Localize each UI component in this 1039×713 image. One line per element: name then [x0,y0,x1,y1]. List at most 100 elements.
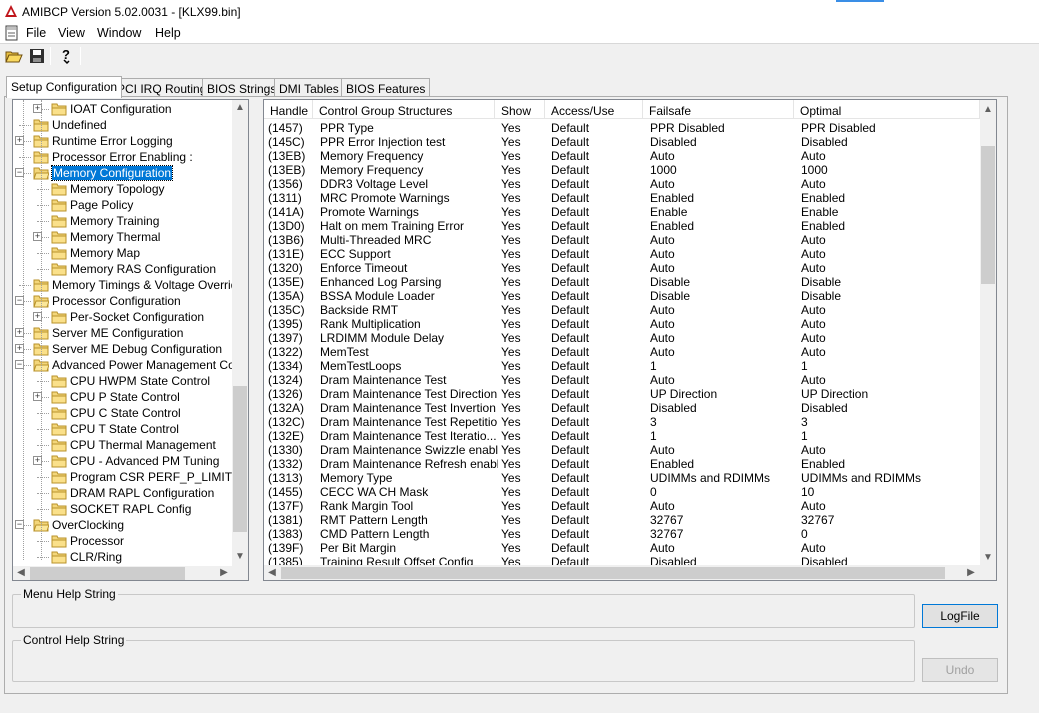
table-row[interactable]: (1334) MemTestLoops Yes Default 1 1 [264,359,980,373]
tree-item[interactable]: Processor Error Enabling : [13,149,232,165]
table-row[interactable]: (1383) CMD Pattern Length Yes Default 32767 0 [264,527,980,541]
column-header-control-group[interactable]: Control Group Structures [313,100,495,119]
table-row[interactable]: (1326) Dram Maintenance Test Direction Yes… [264,387,980,401]
scroll-up-icon[interactable]: ▲ [232,100,248,116]
tree-item[interactable]: + Runtime Error Logging [13,133,232,149]
tab-pci-irq-routing[interactable]: PCI IRQ Routing [112,78,212,98]
tree-item[interactable]: CPU C State Control [13,405,232,421]
tree-item[interactable]: + CPU - Advanced PM Tuning [13,453,232,469]
grid-hscroll-thumb[interactable] [281,567,945,579]
table-row[interactable]: (1311) MRC Promote Warnings Yes Default Enab… [264,191,980,205]
column-header-access-use[interactable]: Access/Use [545,100,643,119]
table-row[interactable]: (1324) Dram Maintenance Test Yes Default Aut… [264,373,980,387]
table-row[interactable]: (132C) Dram Maintenance Test Repetitio...… [264,415,980,429]
tree-item[interactable]: Memory Map [13,245,232,261]
table-row[interactable]: (1332) Dram Maintenance Refresh enabl... Y… [264,457,980,471]
table-row[interactable]: (139F) Per Bit Margin Yes Default Auto Auto [264,541,980,555]
tree-item[interactable]: CPU Thermal Management [13,437,232,453]
grid-vscroll-thumb[interactable] [981,146,995,284]
table-row[interactable]: (145C) PPR Error Injection test Yes Default… [264,135,980,149]
table-row[interactable]: (132A) Dram Maintenance Test Invertion Yes… [264,401,980,415]
table-row[interactable]: (141A) Promote Warnings Yes Default Enable En… [264,205,980,219]
tree-item[interactable]: − OverClocking [13,517,232,533]
control-grid[interactable]: Handle Control Group Structures Show Acc… [263,99,997,581]
tree-item[interactable]: + Memory Thermal [13,229,232,245]
scroll-up-icon[interactable]: ▲ [980,102,996,118]
table-row[interactable]: (135E) Enhanced Log Parsing Yes Default Disa… [264,275,980,289]
table-row[interactable]: (137F) Rank Margin Tool Yes Default Auto Auto [264,499,980,513]
grid-vertical-scrollbar[interactable]: ▲ ▼ [980,100,996,565]
scroll-left-icon[interactable]: ◀ [264,565,280,580]
tree-item[interactable]: Processor [13,533,232,549]
table-row[interactable]: (1356) DDR3 Voltage Level Yes Default Auto Au… [264,177,980,191]
tree-item[interactable]: Memory RAS Configuration [13,261,232,277]
table-row[interactable]: (1397) LRDIMM Module Delay Yes Default Auto A… [264,331,980,345]
tree-item[interactable]: DRAM RAPL Configuration [13,485,232,501]
tree-hscroll-thumb[interactable] [30,567,185,580]
tree-vertical-scrollbar[interactable]: ▲ ▼ [232,100,248,566]
column-header-failsafe[interactable]: Failsafe [643,100,794,119]
logfile-button[interactable]: LogFile [922,604,998,628]
tree-item[interactable]: − Advanced Power Management Con [13,357,241,373]
table-row[interactable]: (1381) RMT Pattern Length Yes Default 32767 3… [264,513,980,527]
tree-item[interactable]: CPU HWPM State Control [13,373,232,389]
document-icon[interactable] [4,25,20,41]
tree-item[interactable]: Undefined [13,117,232,133]
tree-item[interactable]: Program CSR PERF_P_LIMIT [13,469,232,485]
table-row[interactable]: (131E) ECC Support Yes Default Auto Auto [264,247,980,261]
menu-help[interactable]: Help [155,26,181,40]
table-row[interactable]: (13B6) Multi-Threaded MRC Yes Default Auto Au… [264,233,980,247]
table-row[interactable]: (1457) PPR Type Yes Default PPR Disabled PPR … [264,121,980,135]
tree-item[interactable]: − Memory Configuration [13,165,232,181]
undo-button[interactable]: Undo [922,658,998,682]
table-row[interactable]: (1320) Enforce Timeout Yes Default Auto Auto [264,261,980,275]
menu-window[interactable]: Window [97,26,141,40]
tree-item[interactable]: CPU T State Control [13,421,232,437]
scroll-down-icon[interactable]: ▼ [232,549,248,565]
tree-item[interactable]: + Server ME Configuration [13,325,232,341]
tree-item[interactable]: CLR/Ring [13,549,232,565]
column-header-handle[interactable]: Handle [264,100,313,119]
tree-item[interactable]: − Processor Configuration [13,293,232,309]
tree-item[interactable]: Page Policy [13,197,232,213]
open-button[interactable] [2,45,25,67]
table-row[interactable]: (132E) Dram Maintenance Test Iteratio... Y… [264,429,980,443]
column-header-show[interactable]: Show [495,100,545,119]
table-row[interactable]: (135A) BSSA Module Loader Yes Default Disabl… [264,289,980,303]
table-row[interactable]: (13D0) Halt on mem Training Error Yes Defau… [264,219,980,233]
tab-dmi-tables[interactable]: DMI Tables [274,78,344,98]
table-row[interactable]: (13EB) Memory Frequency Yes Default 1000 1000 [264,163,980,177]
tree-item[interactable]: + IOAT Configuration [13,101,232,117]
tree-item[interactable]: + CPU P State Control [13,389,232,405]
scroll-left-icon[interactable]: ◀ [13,565,29,580]
save-button[interactable] [25,45,48,67]
tree-item[interactable]: Memory Training [13,213,232,229]
scroll-down-icon[interactable]: ▼ [980,550,996,566]
tree-item[interactable]: Memory Timings & Voltage Override [13,277,244,293]
tree-item[interactable]: + Per-Socket Configuration [13,309,232,325]
menu-view[interactable]: View [58,26,85,40]
column-header-optimal[interactable]: Optimal [794,100,980,119]
tree-horizontal-scrollbar[interactable]: ◀ ▶ [13,565,248,580]
scroll-right-icon[interactable]: ▶ [963,565,979,580]
tree-item[interactable]: + Server ME Debug Configuration [13,341,232,357]
table-row[interactable]: (13EB) Memory Frequency Yes Default Auto Auto [264,149,980,163]
tab-setup-configuration[interactable]: Setup Configuration [6,76,123,98]
menu-file[interactable]: File [26,26,46,40]
scroll-right-icon[interactable]: ▶ [216,565,232,580]
tab-bios-features[interactable]: BIOS Features [341,78,431,98]
table-row[interactable]: (135C) Backside RMT Yes Default Auto Auto [264,303,980,317]
setup-tree-view[interactable]: + IOAT Configuration Undefined + Runtime Err… [12,99,249,581]
table-row[interactable]: (1395) Rank Multiplication Yes Default Auto A… [264,317,980,331]
table-row[interactable]: (1455) CECC WA CH Mask Yes Default 0 10 [264,485,980,499]
table-row[interactable]: (1322) MemTest Yes Default Auto Auto [264,345,980,359]
table-row[interactable]: (1313) Memory Type Yes Default UDIMMs and RD… [264,471,980,485]
tree-vscroll-thumb[interactable] [233,386,247,532]
help-button[interactable]: ? [54,45,77,67]
tree-item[interactable]: SOCKET RAPL Config [13,501,232,517]
tree-item[interactable]: Memory Topology [13,181,232,197]
table-row[interactable]: (1330) Dram Maintenance Swizzle enabli...… [264,443,980,457]
folder-icon [51,263,67,276]
tab-bios-strings[interactable]: BIOS Strings [202,78,282,98]
grid-horizontal-scrollbar[interactable]: ◀ ▶ [264,565,996,580]
